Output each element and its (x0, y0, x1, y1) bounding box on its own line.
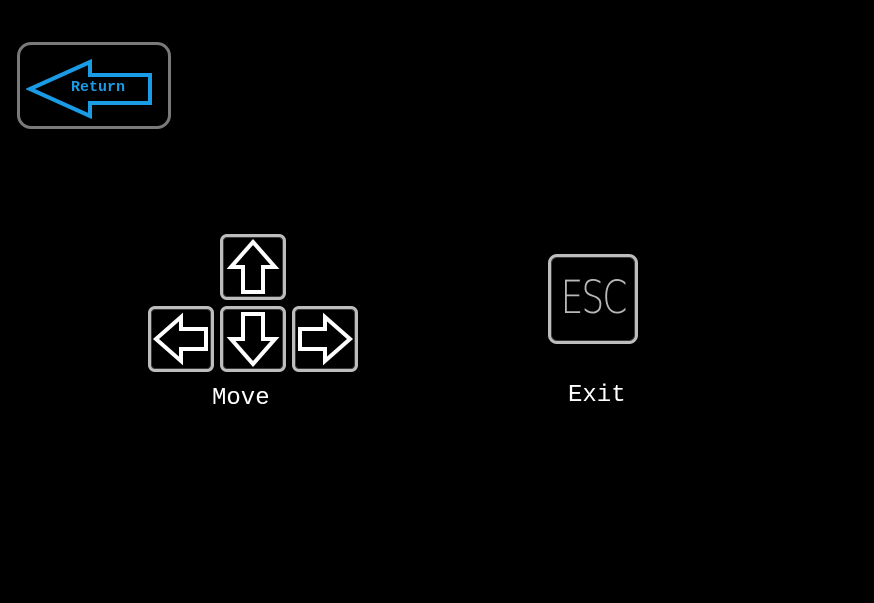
exit-caption: Exit (568, 382, 626, 409)
left-arrow-icon (152, 312, 208, 366)
return-button[interactable]: Return (17, 42, 171, 129)
left-arrow-key (148, 306, 214, 372)
down-arrow-icon (226, 312, 280, 368)
esc-key-label: ESC (560, 272, 628, 324)
right-arrow-key (292, 306, 358, 372)
down-arrow-key (220, 306, 286, 372)
esc-key: ESC (548, 254, 638, 344)
up-arrow-icon (226, 238, 280, 294)
move-caption: Move (212, 385, 270, 412)
right-arrow-icon (298, 312, 354, 366)
return-label: Return (70, 79, 125, 96)
up-arrow-key (220, 234, 286, 300)
